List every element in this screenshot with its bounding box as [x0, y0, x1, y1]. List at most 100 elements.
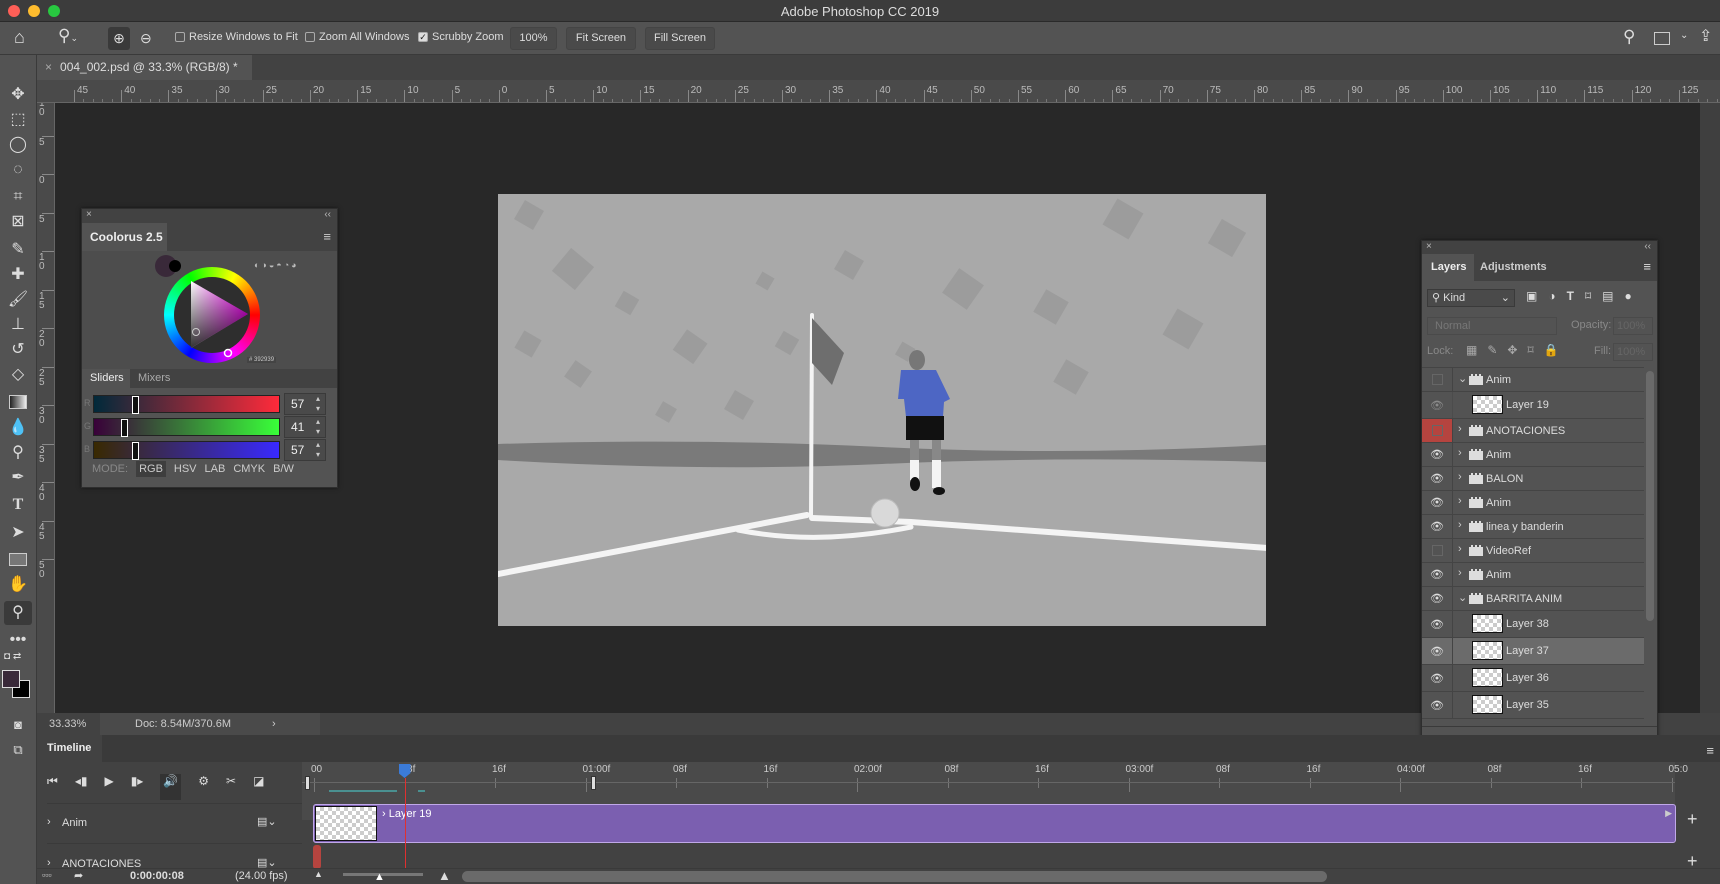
eye-icon[interactable]: 👁: [1422, 587, 1453, 610]
fill-screen-button[interactable]: Fill Screen: [645, 27, 715, 50]
layer-row[interactable]: 👁 › BALON: [1422, 467, 1644, 491]
frame-tool-icon[interactable]: ⊠: [4, 210, 32, 234]
first-frame-icon[interactable]: ⏮: [47, 774, 58, 800]
hand-tool-icon[interactable]: ✋: [4, 573, 32, 597]
home-icon[interactable]: ⌂: [14, 27, 25, 48]
film-icon[interactable]: ▤⌄: [257, 815, 277, 828]
default-colors-icon[interactable]: ◘ ⇄: [4, 651, 21, 662]
slider-thumb[interactable]: [132, 396, 140, 414]
stepper-icon[interactable]: ▴ ▾: [316, 394, 320, 414]
search-icon[interactable]: ⚲: [1623, 27, 1635, 47]
chevron-right-icon[interactable]: ›: [1458, 447, 1462, 459]
layers-scrollbar[interactable]: [1646, 371, 1654, 621]
chevron-right-icon[interactable]: ›: [1458, 519, 1462, 531]
layer-row[interactable]: 👁 Layer 37: [1422, 638, 1644, 665]
share-icon[interactable]: ⇪: [1699, 26, 1712, 46]
chevron-right-icon[interactable]: ›: [1458, 423, 1462, 435]
chevron-right-icon[interactable]: ›: [1458, 567, 1462, 579]
scrubby-zoom-checkbox[interactable]: ✓ Scrubby Zoom: [418, 31, 504, 43]
layer-row[interactable]: 👁 Layer 36: [1422, 665, 1644, 692]
layer-row[interactable]: › VideoRef: [1422, 539, 1644, 563]
panel-menu-icon[interactable]: ≡: [1706, 743, 1714, 758]
clip-anotaciones[interactable]: [313, 845, 321, 869]
blur-tool-icon[interactable]: 💧: [4, 416, 32, 440]
eyedropper-tool-icon[interactable]: ✎: [4, 238, 32, 262]
hex-value[interactable]: # 392939: [247, 357, 277, 363]
layer-row[interactable]: 👁 › Anim: [1422, 563, 1644, 587]
marquee-tool-icon[interactable]: ⬚: [4, 108, 32, 132]
lock-transparent-icon[interactable]: ▦: [1466, 343, 1477, 357]
healing-brush-tool-icon[interactable]: ✚: [4, 263, 32, 287]
close-panel-icon[interactable]: ×: [1426, 241, 1432, 252]
zoom-in-icon[interactable]: ⊕: [108, 27, 130, 50]
stepper-icon[interactable]: ▴ ▾: [316, 417, 320, 437]
tab-layers[interactable]: Layers: [1422, 254, 1474, 281]
dodge-tool-icon[interactable]: ⚲: [4, 441, 32, 465]
gradient-tool-icon[interactable]: [9, 395, 27, 409]
visibility-toggle-off[interactable]: [1422, 539, 1453, 562]
clone-stamp-tool-icon[interactable]: ⊥: [4, 313, 32, 337]
eye-icon[interactable]: 👁: [1422, 467, 1453, 490]
zoom-all-windows-checkbox[interactable]: Zoom All Windows: [305, 31, 409, 43]
zoom-level[interactable]: 33.33%: [49, 713, 86, 735]
next-frame-icon[interactable]: ▮▸: [131, 774, 144, 800]
split-scissors-icon[interactable]: ✂: [226, 774, 236, 800]
lock-position-icon[interactable]: ✥: [1507, 343, 1517, 357]
document-tab[interactable]: × 004_002.psd @ 33.3% (RGB/8) *: [37, 55, 252, 80]
slider-value-input[interactable]: 57 ▴ ▾: [284, 439, 326, 461]
resize-windows-checkbox[interactable]: Resize Windows to Fit: [175, 31, 298, 43]
mode-cmyk[interactable]: CMYK: [233, 463, 265, 475]
stepper-icon[interactable]: ▴ ▾: [316, 440, 320, 460]
filter-kind-select[interactable]: ⚲ Kind ⌄: [1427, 289, 1515, 307]
smart-object-filter-icon[interactable]: ▤: [1602, 289, 1613, 303]
quick-mask-icon[interactable]: ◙: [4, 713, 32, 737]
mode-bw[interactable]: B/W: [273, 463, 294, 475]
mode-rgb[interactable]: RGB: [136, 461, 166, 477]
tab-adjustments[interactable]: Adjustments: [1480, 254, 1547, 281]
zoom-slider-handle[interactable]: ▲: [374, 871, 385, 883]
add-media-button[interactable]: +: [1687, 809, 1698, 830]
pixel-filter-icon[interactable]: ▣: [1526, 289, 1537, 303]
collapse-panel-icon[interactable]: ‹‹: [324, 209, 331, 220]
close-panel-icon[interactable]: ×: [86, 209, 92, 220]
tab-timeline[interactable]: Timeline: [37, 735, 102, 762]
work-area-end-handle[interactable]: [590, 776, 596, 790]
chevron-down-icon[interactable]: ⌄: [1458, 372, 1467, 385]
coolorus-tab[interactable]: Coolorus 2.5: [82, 223, 167, 251]
play-icon[interactable]: ▶: [104, 774, 113, 800]
visibility-toggle-off[interactable]: [1422, 368, 1453, 391]
render-video-icon[interactable]: ➦: [74, 869, 83, 882]
work-area-start-handle[interactable]: [305, 776, 310, 790]
brush-tool-icon[interactable]: 🖌: [4, 288, 32, 312]
layer-row[interactable]: 👁 Layer 19: [1422, 392, 1644, 419]
lock-artboard-icon[interactable]: ⌑: [1527, 343, 1533, 357]
panel-menu-icon[interactable]: ≡: [323, 229, 331, 244]
quick-selection-tool-icon[interactable]: ◌: [4, 158, 32, 182]
slider-b[interactable]: [93, 441, 280, 460]
vertical-ruler[interactable]: 10 5 0 5 10 15 20 25 30 35 40 45 50: [37, 103, 55, 713]
zoom-tool-icon[interactable]: ⚲: [4, 601, 32, 625]
eraser-tool-icon[interactable]: ◇: [4, 363, 32, 387]
zoom-tool-preset-icon[interactable]: ⚲⌄: [58, 26, 78, 46]
slider-thumb[interactable]: [132, 442, 140, 460]
shape-filter-icon[interactable]: ⌑: [1585, 289, 1591, 303]
track-header-anotaciones[interactable]: › ANOTACIONES ▤⌄: [47, 845, 302, 870]
layer-row[interactable]: 👁 ⌄ BARRITA ANIM: [1422, 587, 1644, 611]
timeline-horizontal-scrollbar[interactable]: [462, 871, 1327, 882]
eye-icon[interactable]: 👁: [1422, 563, 1453, 586]
collapse-panel-icon[interactable]: ‹‹: [1644, 241, 1651, 252]
audio-icon[interactable]: 🔊: [160, 774, 182, 800]
panel-menu-icon[interactable]: ≡: [1643, 259, 1651, 274]
chevron-down-icon[interactable]: ⌄: [1458, 591, 1467, 604]
layer-row[interactable]: 👁 › Anim: [1422, 443, 1644, 467]
frame-animation-icon[interactable]: ▫▫▫: [42, 870, 52, 880]
current-timecode[interactable]: 0:00:00:08: [130, 870, 184, 882]
eye-icon[interactable]: 👁: [1422, 611, 1453, 637]
adjustment-filter-icon[interactable]: ◑: [1548, 289, 1555, 303]
slider-g[interactable]: [93, 418, 280, 437]
screen-mode-icon[interactable]: ⧉: [4, 738, 32, 762]
eye-icon[interactable]: 👁: [1422, 491, 1453, 514]
clip-layer-19[interactable]: › Layer 19 ▶: [313, 804, 1676, 843]
settings-gear-icon[interactable]: ⚙: [198, 774, 209, 800]
chevron-right-icon[interactable]: ›: [1458, 543, 1462, 555]
